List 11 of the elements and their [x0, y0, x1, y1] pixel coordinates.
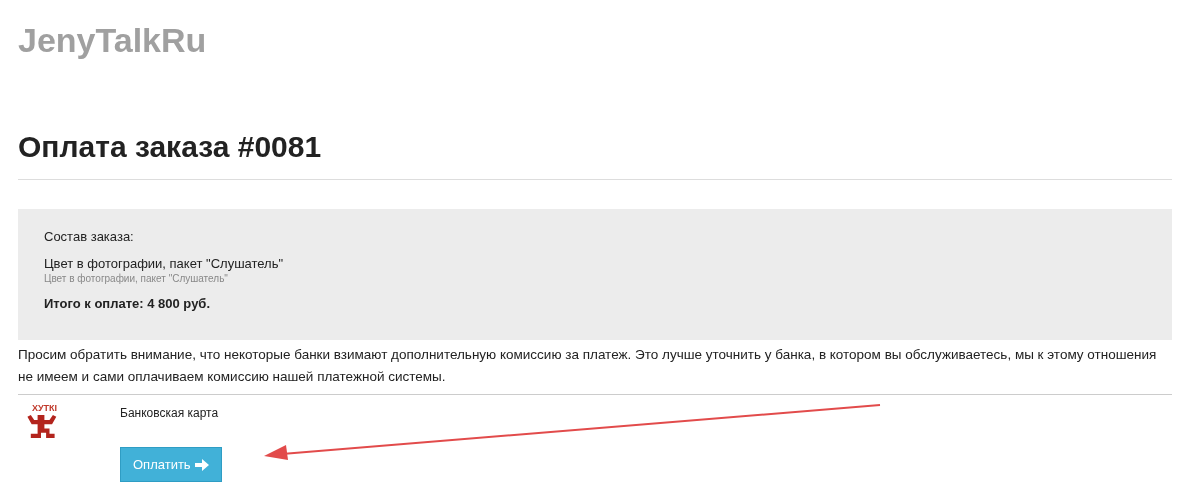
pay-button[interactable]: Оплатить [120, 447, 222, 482]
payment-method: Банковская карта [120, 406, 220, 420]
logo-text: ХУТКІ [32, 403, 59, 413]
order-item: Цвет в фотографии, пакет "Слушатель" [44, 256, 285, 271]
order-total: Итого к оплате: 4 800 руб. [44, 296, 211, 311]
order-label: Состав заказа: [44, 229, 135, 244]
site-title[interactable]: JenyTalkRu [18, 0, 1172, 60]
notice-text: Просим обратить внимание, что некоторые банки взимают дополнительную комиссию за платеж. Это лучше уточнить у банка, в котором вы обслуживаетесь, мы к этому отношения не имеем и сами оплачиваем комиссию нашей платежной системы. [18, 346, 1158, 386]
page-heading: Оплата заказа #0081 [18, 129, 323, 165]
arrow-right-icon [194, 458, 209, 471]
order-item-note: Цвет в фотографии, пакет "Слушатель" [44, 273, 229, 284]
